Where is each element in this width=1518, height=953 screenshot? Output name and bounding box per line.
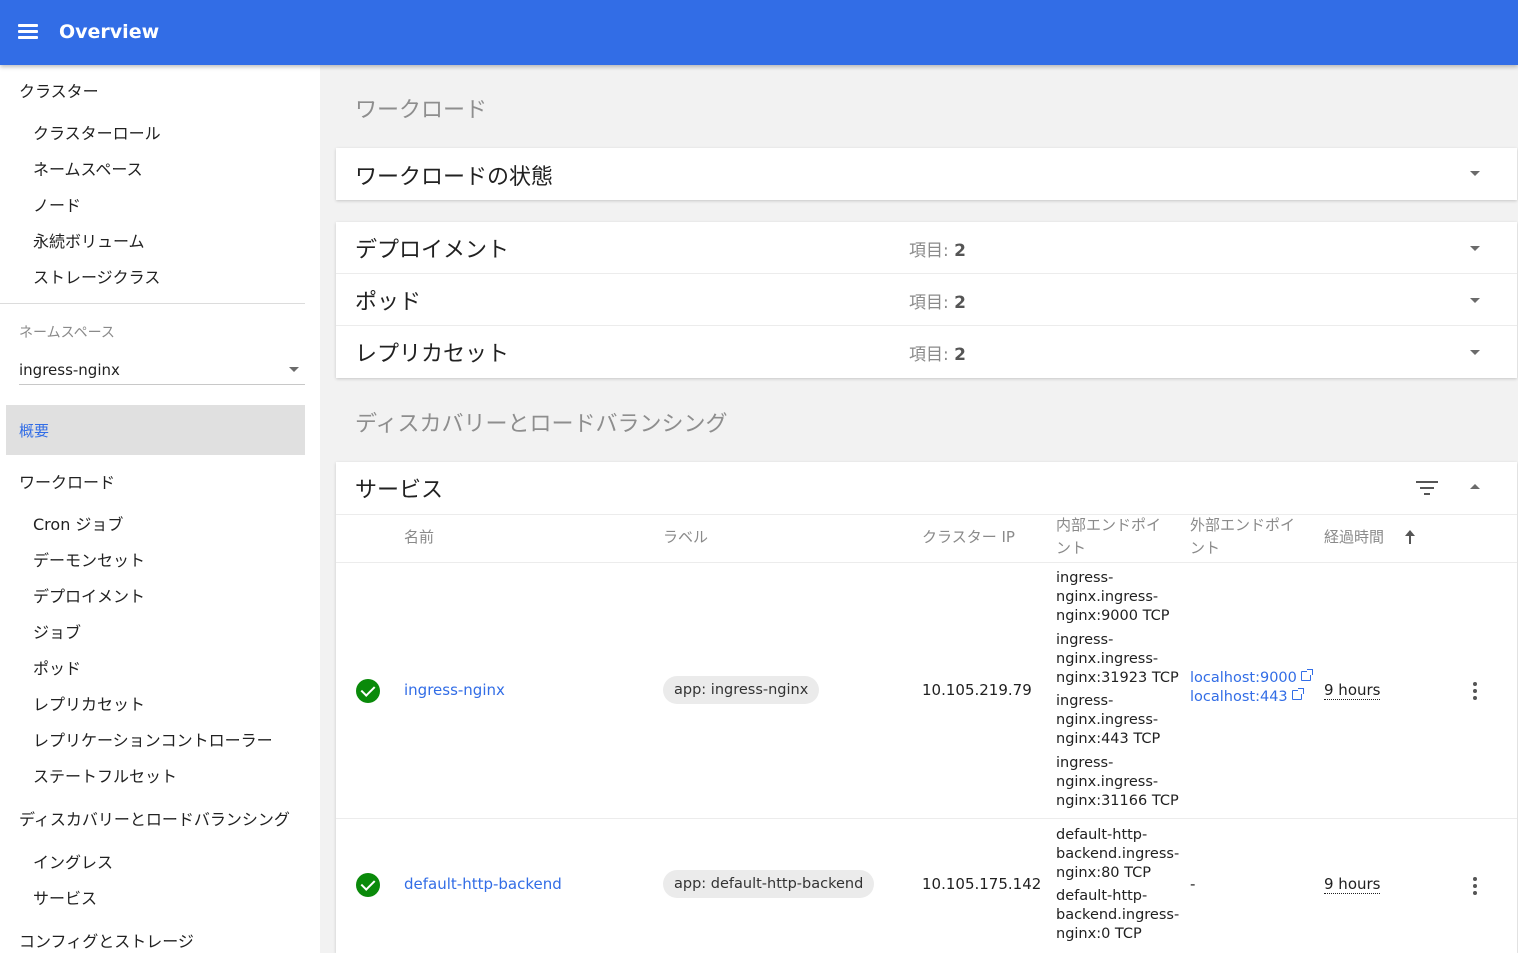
resource-name: レプリカセット: [355, 342, 510, 367]
resource-row-pods[interactable]: ポッド 項目: 2: [336, 274, 1517, 325]
chevron-down-icon: [289, 367, 299, 372]
service-name-link[interactable]: ingress-nginx: [404, 681, 505, 699]
sidebar-item-overview[interactable]: 概要: [6, 405, 305, 455]
internal-endpoint: ingress- nginx.ingress- nginx:31923 TCP: [1056, 632, 1179, 686]
count-label: 項目:: [909, 345, 949, 365]
count-value: 2: [954, 293, 966, 313]
external-endpoints-empty: -: [1190, 875, 1196, 893]
chevron-down-icon[interactable]: [1470, 171, 1480, 176]
page-title: Overview: [59, 21, 160, 43]
sidebar-item-deployments[interactable]: デプロイメント: [33, 583, 145, 607]
menu-icon[interactable]: [18, 24, 40, 40]
cluster-ip: 10.105.219.79: [922, 681, 1032, 699]
age-value: 9 hours: [1324, 681, 1381, 700]
age-value: 9 hours: [1324, 875, 1381, 894]
sidebar-item-ingresses[interactable]: イングレス: [33, 849, 113, 873]
chevron-up-icon[interactable]: [1470, 484, 1480, 489]
services-title: サービス: [355, 478, 444, 503]
open-in-new-icon: [1300, 669, 1313, 681]
sidebar-item-namespaces[interactable]: ネームスペース: [33, 156, 143, 180]
chevron-down-icon[interactable]: [1470, 350, 1480, 355]
header-line: 内部エンドポイ: [1056, 516, 1162, 534]
resource-count: 項目: 2: [909, 236, 966, 261]
internal-endpoint: ingress- nginx.ingress- nginx:9000 TCP: [1056, 570, 1170, 624]
namespace-select[interactable]: ingress-nginx: [19, 350, 305, 385]
external-endpoint-text: localhost:9000: [1190, 670, 1297, 686]
column-header-name[interactable]: 名前: [404, 526, 434, 549]
label-chip: app: ingress-nginx: [663, 676, 820, 704]
top-app-bar: Overview: [0, 0, 1518, 65]
check-circle-icon: [356, 873, 380, 897]
resource-count: 項目: 2: [909, 340, 966, 365]
row-divider: [336, 818, 1517, 819]
column-header-cluster-ip: クラスター IP: [922, 528, 1015, 546]
count-value: 2: [954, 345, 966, 365]
sidebar-item-cluster-roles[interactable]: クラスターロール: [33, 120, 161, 144]
sidebar-item-replica-sets[interactable]: レプリカセット: [33, 691, 145, 715]
header-line: 外部エンドポイ: [1190, 516, 1296, 534]
internal-endpoint: ingress- nginx.ingress- nginx:31166 TCP: [1056, 755, 1179, 809]
sidebar-item-stateful-sets[interactable]: ステートフルセット: [33, 763, 177, 787]
sidebar-item-storage-classes[interactable]: ストレージクラス: [33, 264, 160, 288]
count-value: 2: [954, 241, 966, 261]
resource-row-deployments[interactable]: デプロイメント 項目: 2: [336, 222, 1517, 273]
internal-endpoint: default-http- backend.ingress- nginx:0 T…: [1056, 888, 1180, 942]
more-vert-icon[interactable]: [1472, 877, 1478, 895]
check-circle-icon: [356, 679, 380, 703]
sidebar-item-pods[interactable]: ポッド: [33, 655, 81, 679]
sidebar-item-cluster[interactable]: クラスター: [19, 78, 99, 102]
cluster-ip: 10.105.175.142: [922, 875, 1042, 893]
chevron-down-icon[interactable]: [1470, 298, 1480, 303]
header-line: ント: [1190, 539, 1221, 557]
column-header-internal-endpoints: 内部エンドポイ ント: [1056, 514, 1161, 560]
sidebar-item-daemon-sets[interactable]: デーモンセット: [33, 547, 145, 571]
workload-status-card[interactable]: ワークロードの状態: [336, 148, 1517, 200]
count-label: 項目:: [909, 293, 949, 313]
sidebar-item-discovery[interactable]: ディスカバリーとロードバランシング: [19, 806, 290, 830]
row-divider: [336, 514, 1517, 515]
resource-name: デプロイメント: [355, 238, 510, 263]
resource-row-replica-sets[interactable]: レプリカセット 項目: 2: [336, 326, 1517, 377]
external-endpoint-text: localhost:443: [1190, 689, 1288, 705]
sidebar-item-nodes[interactable]: ノード: [33, 192, 81, 216]
resource-count: 項目: 2: [909, 288, 966, 313]
external-endpoint-link[interactable]: localhost:9000: [1190, 669, 1313, 686]
workload-status-title: ワークロードの状態: [355, 165, 554, 190]
sidebar-item-persistent-volumes[interactable]: 永続ボリューム: [33, 228, 145, 252]
service-name-link[interactable]: default-http-backend: [404, 875, 562, 893]
resource-name: ポッド: [355, 290, 422, 315]
section-title-workloads: ワークロード: [355, 98, 488, 123]
external-endpoint-link[interactable]: localhost:443: [1190, 688, 1304, 705]
count-label: 項目:: [909, 241, 949, 261]
internal-endpoint: ingress- nginx.ingress- nginx:443 TCP: [1056, 693, 1161, 747]
column-header-labels: ラベル: [663, 528, 709, 546]
sidebar-item-replication-controllers[interactable]: レプリケーションコントローラー: [33, 727, 273, 751]
section-title-discovery: ディスカバリーとロードバランシング: [355, 412, 728, 437]
open-in-new-icon: [1291, 688, 1304, 700]
internal-endpoint: default-http- backend.ingress- nginx:80 …: [1056, 827, 1180, 881]
sidebar-item-config-storage[interactable]: コンフィグとストレージ: [19, 928, 194, 952]
chevron-down-icon[interactable]: [1470, 246, 1480, 251]
resources-card: デプロイメント 項目: 2 ポッド 項目: 2 レプリカセット 項目: 2: [336, 222, 1517, 378]
sidebar-item-jobs[interactable]: ジョブ: [33, 619, 81, 643]
column-header-external-endpoints: 外部エンドポイ ント: [1190, 514, 1295, 560]
sort-arrow-up-icon[interactable]: [1403, 530, 1417, 546]
namespace-caption: ネームスペース: [19, 325, 115, 341]
header-line: ント: [1056, 539, 1087, 557]
sidebar-item-label: 概要: [19, 422, 50, 440]
sidebar-item-workloads[interactable]: ワークロード: [19, 469, 115, 493]
sidebar-item-cron-jobs[interactable]: Cron ジョブ: [33, 511, 123, 535]
sidebar: クラスター クラスターロール ネームスペース ノード 永続ボリューム ストレージ…: [0, 65, 320, 953]
row-divider: [336, 562, 1517, 563]
filter-icon[interactable]: [1416, 481, 1438, 495]
label-chip: app: default-http-backend: [663, 870, 875, 898]
more-vert-icon[interactable]: [1472, 682, 1478, 700]
sidebar-item-services[interactable]: サービス: [33, 885, 97, 909]
namespace-value: ingress-nginx: [19, 361, 120, 379]
column-header-age[interactable]: 経過時間: [1324, 526, 1384, 549]
sidebar-divider: [0, 303, 305, 304]
